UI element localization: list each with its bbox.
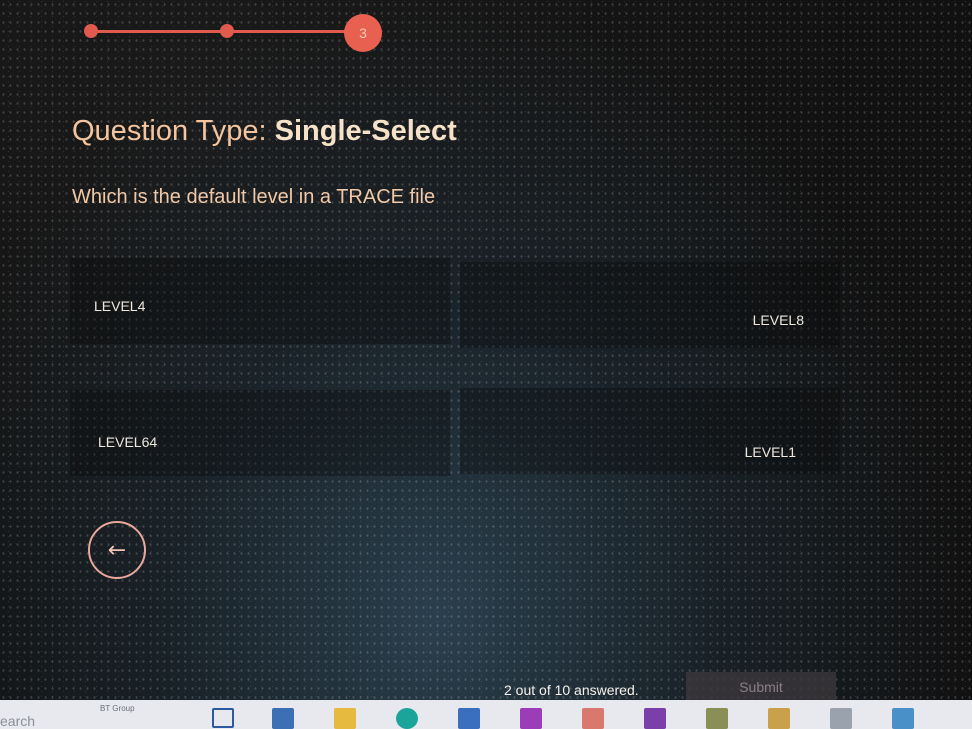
answer-option-level8[interactable]: LEVEL8 [460,262,840,348]
question-type-label: Question Type: [72,115,267,147]
progress-indicator: 3 [82,14,402,54]
answer-option-level4[interactable]: LEVEL4 [70,258,450,344]
question-text: Which is the default level in a TRACE fi… [72,186,436,208]
network-icon[interactable] [458,708,480,729]
task-view-icon[interactable] [212,708,234,728]
taskbar-search[interactable]: earch [0,700,86,729]
file-explorer-icon[interactable] [334,708,356,729]
arrow-left-icon: ← [107,537,127,563]
taskbar-org-label: BT Group [100,704,135,713]
app-icon[interactable] [520,708,542,729]
app-icon[interactable] [582,708,604,729]
app-icon[interactable] [830,708,852,729]
progress-step-1 [84,24,98,38]
app-icon[interactable] [644,708,666,729]
screen-noise-overlay [0,0,972,729]
answer-option-label: LEVEL4 [94,298,146,314]
edge-browser-icon[interactable] [396,708,418,729]
app-icon[interactable] [272,708,294,729]
question-type: Question Type: Single-Select [72,115,457,148]
progress-step-current: 3 [344,14,382,52]
answer-option-level1[interactable]: LEVEL1 [460,388,840,474]
answer-option-label: LEVEL1 [744,444,796,460]
submit-button[interactable]: Submit [686,672,836,702]
answered-count: 2 out of 10 answered. [504,682,639,698]
question-type-value: Single-Select [274,115,457,147]
back-button[interactable]: ← [88,521,146,579]
app-icon[interactable] [768,708,790,729]
answer-option-label: LEVEL8 [752,312,804,328]
answer-option-level64[interactable]: LEVEL64 [70,390,450,476]
windows-taskbar: earch BT Group [0,700,972,729]
answer-option-label: LEVEL64 [98,434,158,450]
app-icon[interactable] [706,708,728,729]
progress-step-2 [220,24,234,38]
app-icon[interactable] [892,708,914,729]
